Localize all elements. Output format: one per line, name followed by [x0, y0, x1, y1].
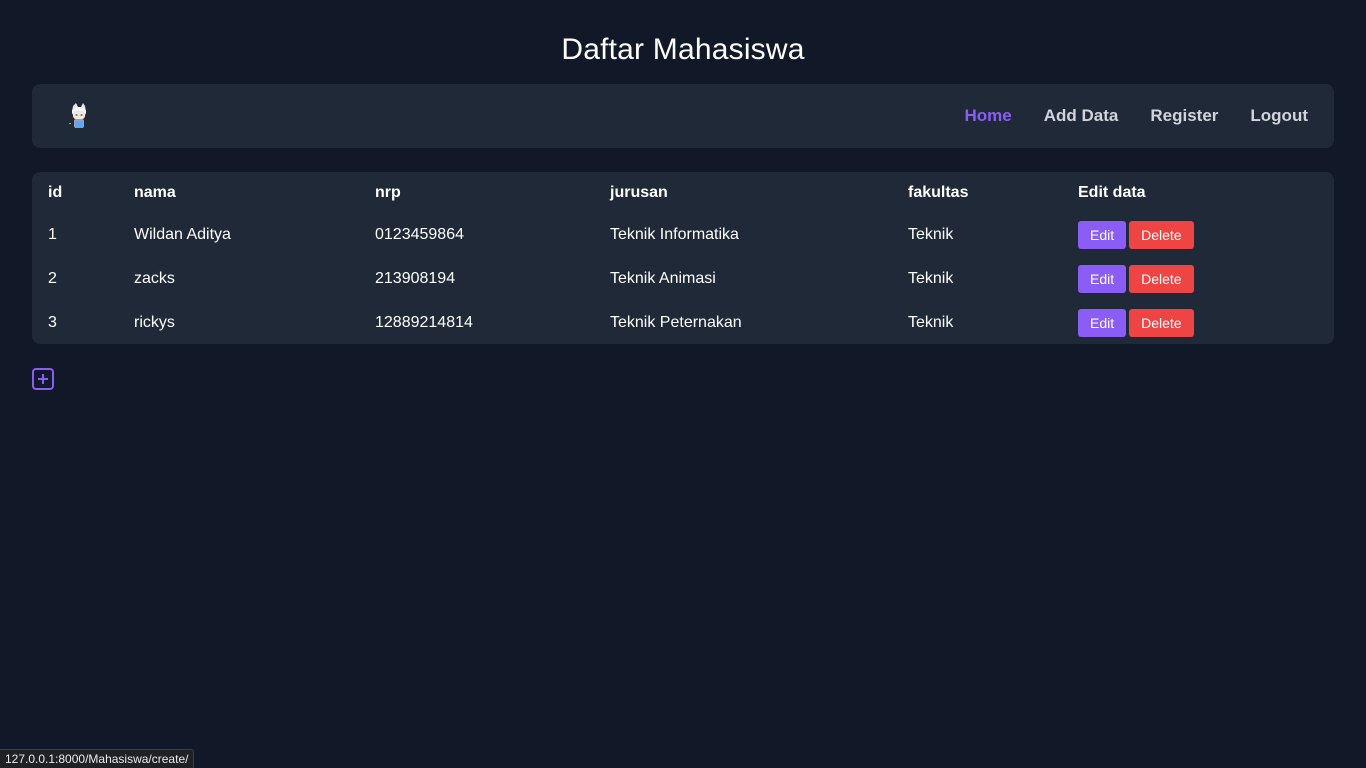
edit-button[interactable]: Edit: [1078, 265, 1127, 293]
header-id: id: [48, 183, 63, 201]
table-row: 3 rickys 12889214814 Teknik Peternakan T…: [32, 301, 1334, 345]
edit-button[interactable]: Edit: [1078, 221, 1127, 249]
header-nama: nama: [134, 183, 176, 201]
cell-id: 3: [48, 314, 57, 331]
cell-nama: Wildan Aditya: [134, 226, 231, 243]
cell-jurusan: Teknik Animasi: [610, 270, 716, 287]
table-row: 1 Wildan Aditya 0123459864 Teknik Inform…: [32, 213, 1334, 257]
students-table: id nama nrp jurusan fakultas Edit data 1…: [32, 172, 1334, 345]
cell-nrp: 213908194: [375, 270, 456, 287]
navbar: Home Add Data Register Logout: [32, 84, 1334, 148]
cell-nrp: 12889214814: [375, 314, 473, 331]
header-jurusan: jurusan: [610, 183, 668, 201]
header-edit-data: Edit data: [1078, 183, 1146, 201]
cell-jurusan: Teknik Informatika: [610, 226, 739, 243]
cell-id: 2: [48, 270, 57, 287]
students-table-card: id nama nrp jurusan fakultas Edit data 1…: [32, 172, 1334, 344]
page-title: Daftar Mahasiswa: [561, 33, 805, 66]
cell-actions: Edit Delete: [1078, 257, 1334, 301]
cell-fakultas: Teknik: [908, 226, 954, 243]
header-fakultas: fakultas: [908, 183, 969, 201]
cell-fakultas: Teknik: [908, 314, 954, 331]
cell-nrp: 0123459864: [375, 226, 464, 243]
cell-fakultas: Teknik: [908, 270, 954, 287]
cell-nama: zacks: [134, 270, 175, 287]
delete-button[interactable]: Delete: [1129, 265, 1194, 293]
edit-button[interactable]: Edit: [1078, 309, 1127, 337]
cell-id: 1: [48, 226, 57, 243]
anime-avatar-logo-icon[interactable]: [67, 102, 91, 132]
plus-square-icon[interactable]: [32, 368, 54, 390]
cell-actions: Edit Delete: [1078, 301, 1334, 345]
nav-links: Home Add Data Register Logout: [965, 84, 1308, 148]
cell-jurusan: Teknik Peternakan: [610, 314, 742, 331]
nav-link-add-data[interactable]: Add Data: [1044, 106, 1119, 126]
header-nrp: nrp: [375, 183, 401, 201]
nav-link-logout[interactable]: Logout: [1250, 106, 1308, 126]
delete-button[interactable]: Delete: [1129, 309, 1194, 337]
cell-nama: rickys: [134, 314, 175, 331]
nav-link-home[interactable]: Home: [965, 106, 1012, 126]
nav-link-register[interactable]: Register: [1150, 106, 1218, 126]
table-row: 2 zacks 213908194 Teknik Animasi Teknik …: [32, 257, 1334, 301]
status-bar-url: 127.0.0.1:8000/Mahasiswa/create/: [0, 749, 195, 768]
cell-actions: Edit Delete: [1078, 213, 1334, 257]
delete-button[interactable]: Delete: [1129, 221, 1194, 249]
table-header-row: id nama nrp jurusan fakultas Edit data: [32, 172, 1334, 213]
